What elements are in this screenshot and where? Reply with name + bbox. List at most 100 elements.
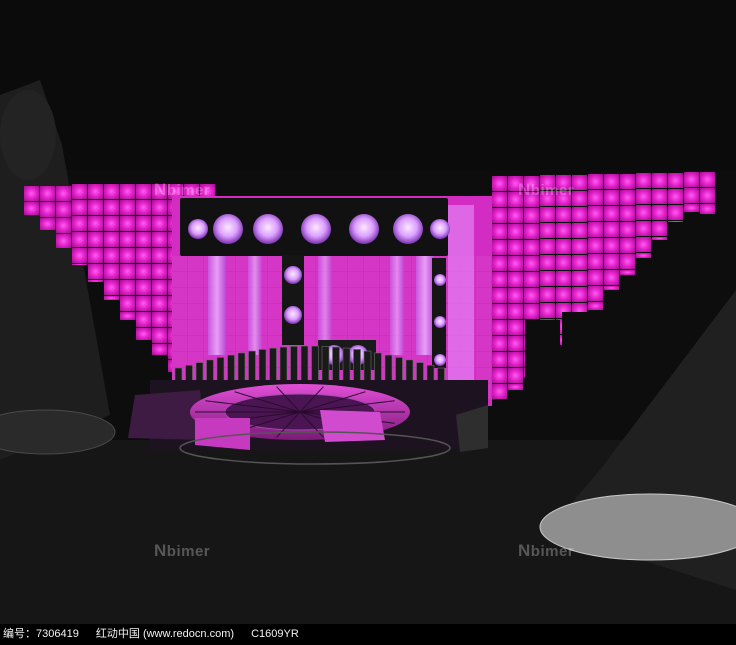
led-cell	[508, 304, 523, 319]
led-cell	[508, 320, 523, 335]
led-cell	[620, 222, 635, 237]
led-cell	[56, 186, 71, 201]
wing-opening	[562, 312, 594, 352]
led-cell	[636, 221, 651, 236]
led-cell	[136, 216, 151, 231]
led-cell	[572, 223, 587, 238]
image-code: C1609YR	[251, 628, 299, 640]
led-cell	[364, 256, 379, 271]
led-cell	[348, 256, 363, 271]
led-cell	[668, 189, 683, 204]
led-cell	[136, 312, 151, 327]
led-cell	[120, 184, 135, 199]
led-cell	[540, 223, 555, 238]
led-cell	[104, 216, 119, 231]
led-cell	[508, 272, 523, 287]
led-cell	[620, 254, 635, 269]
led-cell	[508, 256, 523, 271]
column-bulb	[434, 354, 446, 366]
led-cell	[188, 288, 203, 303]
led-cell	[540, 239, 555, 254]
led-cell	[268, 304, 283, 319]
led-cell	[508, 352, 523, 367]
led-cell	[104, 232, 119, 247]
led-cell	[56, 202, 71, 217]
led-cell	[572, 175, 587, 190]
led-cell	[332, 304, 347, 319]
led-cell	[524, 256, 539, 271]
header-bulb	[253, 214, 283, 244]
led-cell	[332, 288, 347, 303]
column-bulb	[434, 274, 446, 286]
led-cell	[524, 240, 539, 255]
led-cell	[72, 200, 87, 215]
led-cell	[88, 216, 103, 231]
watermark: Nbimer	[518, 541, 575, 560]
led-cell	[604, 270, 619, 285]
led-cell	[540, 287, 555, 302]
led-cell	[700, 172, 715, 187]
led-cell	[172, 304, 187, 319]
led-cell	[476, 304, 491, 319]
led-cell	[152, 312, 167, 327]
header-bulb	[301, 214, 331, 244]
led-cell	[508, 336, 523, 351]
led-cell	[188, 320, 203, 335]
led-cell	[556, 255, 571, 270]
led-cell	[556, 287, 571, 302]
led-cell	[492, 352, 507, 367]
led-cell	[104, 280, 119, 295]
led-cell	[588, 190, 603, 205]
led-cell	[540, 207, 555, 222]
led-cell	[332, 320, 347, 335]
led-cell	[540, 271, 555, 286]
led-cell	[636, 205, 651, 220]
led-cell	[492, 320, 507, 335]
left-light-head	[0, 90, 56, 180]
led-cell	[268, 320, 283, 335]
light-stripe	[416, 255, 434, 355]
led-cell	[700, 204, 715, 214]
led-cell	[40, 186, 55, 201]
led-cell	[152, 232, 167, 247]
led-cell	[588, 222, 603, 237]
led-cell	[572, 287, 587, 302]
led-cell	[588, 270, 603, 285]
led-cell	[588, 174, 603, 189]
led-cell	[652, 189, 667, 204]
led-cell	[268, 272, 283, 287]
led-cell	[620, 238, 635, 253]
led-cell	[152, 264, 167, 279]
led-cell	[492, 208, 507, 223]
led-cell	[88, 264, 103, 279]
light-stripe	[390, 255, 404, 355]
led-cell	[72, 264, 87, 265]
led-cell	[588, 302, 603, 310]
led-cell	[572, 271, 587, 286]
led-cell	[40, 218, 55, 230]
led-cell	[492, 304, 507, 319]
light-stripe	[208, 255, 226, 355]
led-cell	[556, 207, 571, 222]
led-cell	[120, 280, 135, 295]
watermark: Nbimer	[154, 180, 211, 199]
led-cell	[152, 200, 167, 215]
led-cell	[348, 272, 363, 287]
led-cell	[492, 256, 507, 271]
led-cell	[508, 288, 523, 303]
led-cell	[492, 272, 507, 287]
led-cell	[508, 224, 523, 239]
led-cell	[104, 264, 119, 279]
led-cell	[668, 173, 683, 188]
led-cell	[588, 286, 603, 301]
led-cell	[476, 256, 491, 271]
header-bulb	[430, 219, 450, 239]
led-cell	[684, 188, 699, 203]
led-cell	[172, 336, 187, 351]
led-cell	[588, 238, 603, 253]
led-cell	[104, 200, 119, 215]
led-cell	[556, 239, 571, 254]
led-cell	[136, 248, 151, 263]
led-cell	[104, 184, 119, 199]
led-cell	[572, 255, 587, 270]
